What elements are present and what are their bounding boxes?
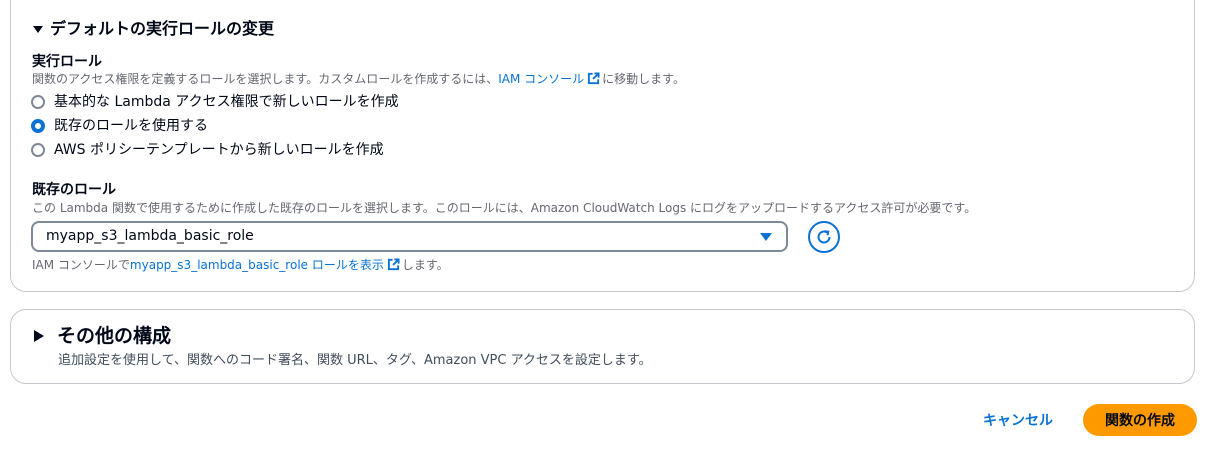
radio-button[interactable] — [31, 95, 45, 109]
external-link-icon[interactable] — [387, 258, 400, 271]
radio-label: AWS ポリシーテンプレートから新しいロールを作成 — [54, 142, 384, 158]
existing-role-hint: IAM コンソールでmyapp_s3_lambda_basic_role ロール… — [32, 257, 449, 273]
description-text: 関数のアクセス権限を定義するロールを選択します。カスタムロールを作成するには、 — [32, 72, 499, 86]
existing-role-select[interactable]: myapp_s3_lambda_basic_role — [31, 221, 788, 252]
hint-text-after: します。 — [401, 258, 449, 272]
caret-down-icon — [33, 26, 43, 33]
radio-label: 既存のロールを使用する — [54, 118, 208, 134]
section-title: その他の構成 — [57, 325, 172, 347]
other-config-description: 追加設定を使用して、関数へのコード署名、関数 URL、タグ、Amazon VPC… — [58, 353, 652, 368]
iam-console-link[interactable]: IAM コンソール — [498, 72, 584, 86]
refresh-roles-button[interactable] — [808, 221, 840, 253]
radio-button-selected[interactable] — [31, 119, 45, 133]
radio-label: 基本的な Lambda アクセス権限で新しいロールを作成 — [54, 94, 399, 110]
view-role-in-iam-link[interactable]: myapp_s3_lambda_basic_role ロールを表示 — [130, 258, 384, 272]
cancel-button[interactable]: キャンセル — [972, 404, 1064, 436]
radio-option-create-basic-role[interactable]: 基本的な Lambda アクセス権限で新しいロールを作成 — [31, 93, 399, 111]
existing-role-selected-value: myapp_s3_lambda_basic_role — [46, 228, 254, 244]
section-title: デフォルトの実行ロールの変更 — [50, 19, 275, 38]
other-configuration-panel — [10, 309, 1195, 384]
existing-role-description: この Lambda 関数で使用するために作成した既存のロールを選択します。このロ… — [32, 201, 977, 215]
description-text-after: に移動します。 — [602, 72, 685, 86]
section-header-other-config[interactable]: その他の構成 — [33, 325, 171, 347]
caret-right-icon — [34, 330, 44, 342]
create-function-button[interactable]: 関数の作成 — [1083, 404, 1197, 436]
existing-role-label: 既存のロール — [32, 182, 116, 198]
radio-button[interactable] — [31, 143, 45, 157]
caret-down-icon — [760, 233, 772, 241]
execution-role-description: 関数のアクセス権限を定義するロールを選択します。カスタムロールを作成するには、I… — [32, 71, 685, 87]
refresh-icon — [817, 230, 831, 244]
section-header-default-role[interactable]: デフォルトの実行ロールの変更 — [32, 19, 274, 39]
radio-option-create-from-policy-template[interactable]: AWS ポリシーテンプレートから新しいロールを作成 — [31, 141, 384, 159]
hint-text: IAM コンソールで — [32, 258, 130, 272]
external-link-icon[interactable] — [587, 72, 600, 85]
radio-option-use-existing-role[interactable]: 既存のロールを使用する — [31, 117, 208, 135]
execution-role-label: 実行ロール — [32, 54, 102, 70]
